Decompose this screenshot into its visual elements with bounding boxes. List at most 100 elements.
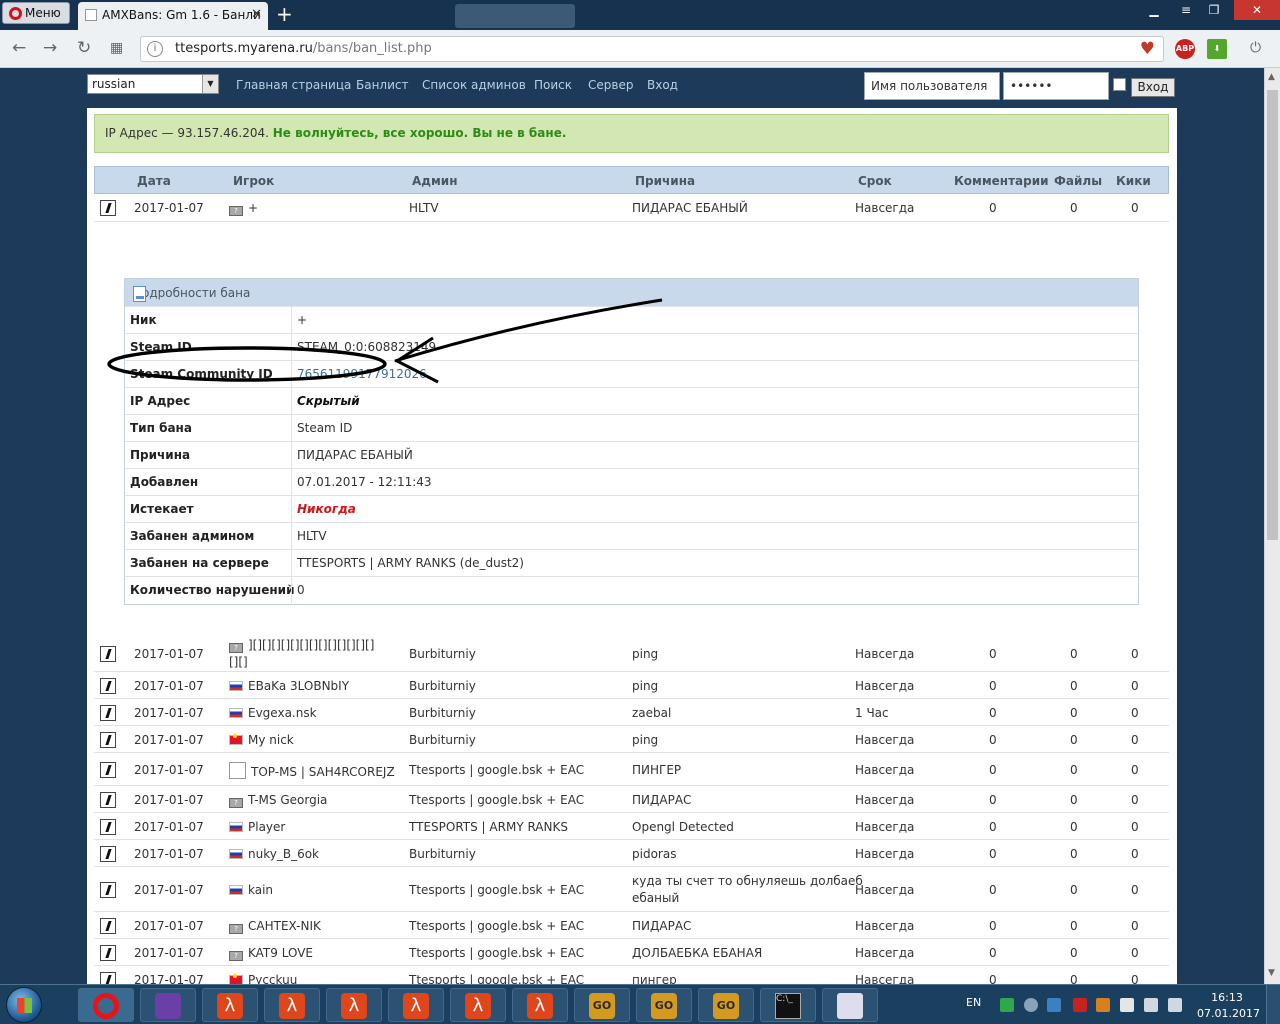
player-name: Player <box>248 820 286 834</box>
taskbar-counter-strike-button[interactable] <box>822 988 878 1022</box>
remember-checkbox[interactable] <box>1113 78 1126 91</box>
username-field[interactable]: Имя пользователя <box>864 72 1000 100</box>
table-row-expanded[interactable]: 2017-01-07 ? + HLTV ПИДАРАС ЕБАНЫЙ Навсег… <box>94 195 1169 222</box>
table-row[interactable]: 2017-01-07 TOP-MS | SAH4RCOREJZ Ttesports … <box>94 753 1169 786</box>
tray-shield-icon[interactable] <box>1000 998 1014 1012</box>
taskbar-csgo-button[interactable]: GO <box>574 988 630 1022</box>
tray-flag-icon[interactable] <box>1120 998 1134 1012</box>
opera-menu-button[interactable]: Меню <box>2 2 70 24</box>
download-arrow-icon[interactable]: ⬇ <box>1207 39 1227 59</box>
close-window-icon[interactable]: ✕ <box>1234 0 1280 20</box>
start-button[interactable] <box>6 987 42 1023</box>
nav-admins[interactable]: Список админов <box>422 78 526 92</box>
detail-value: HLTV <box>297 529 327 543</box>
row-comments: 0 <box>989 647 997 661</box>
tab-close-icon[interactable]: ✕ <box>251 2 262 28</box>
taskbar-opera-button[interactable] <box>78 988 134 1022</box>
login-button[interactable]: Вход <box>1131 78 1175 97</box>
tabs-menu-icon[interactable]: ≡ <box>1172 0 1200 20</box>
col-player[interactable]: Игрок <box>233 174 274 188</box>
taskbar-half-life-button[interactable]: λ <box>202 988 258 1022</box>
col-files[interactable]: Файлы <box>1054 174 1102 188</box>
scrollbar-thumb[interactable] <box>1267 90 1278 540</box>
tray-clock[interactable]: 16:13 07.01.2017 <box>1197 990 1260 1022</box>
detail-value: ПИДАРАС ЕБАНЫЙ <box>297 448 413 462</box>
taskbar-half-life-button[interactable]: λ <box>450 988 506 1022</box>
table-row[interactable]: 2017-01-07 My nick Burbiturniy ping Навсегда… <box>94 726 1169 753</box>
adblock-icon[interactable]: ABP <box>1175 39 1195 59</box>
new-tab-plus-icon[interactable]: + <box>276 3 293 25</box>
row-term: Навсегда <box>855 793 915 807</box>
power-icon[interactable]: ⏻ <box>1250 38 1261 58</box>
nav-banlist[interactable]: Банлист <box>356 78 409 92</box>
ru-flag-icon <box>229 681 243 691</box>
detail-divider <box>291 415 292 441</box>
tray-language[interactable]: EN <box>966 996 981 1009</box>
reload-icon[interactable]: ↻ <box>77 38 91 58</box>
table-row[interactable]: 2017-01-07?][][][][][][][][][][][][][][]… <box>94 636 1169 672</box>
detail-divider <box>291 334 292 360</box>
table-row[interactable]: 2017-01-07 Player TTESPORTS | ARMY RANKS Op… <box>94 813 1169 840</box>
col-comments[interactable]: Комментарии <box>954 174 1049 188</box>
tray-steam-icon[interactable] <box>1024 998 1038 1012</box>
col-admin[interactable]: Админ <box>412 174 458 188</box>
row-player: ? + <box>229 200 258 217</box>
taskbar-csgo-button[interactable]: GO <box>698 988 754 1022</box>
nav-search[interactable]: Поиск <box>534 78 572 92</box>
taskbar-visual-studio-button[interactable] <box>140 988 196 1022</box>
col-reason[interactable]: Причина <box>635 174 695 188</box>
detail-value[interactable]: 76561199177912026 <box>297 367 427 381</box>
taskbar-half-life-button[interactable]: λ <box>326 988 382 1022</box>
nav-server[interactable]: Сервер <box>588 78 633 92</box>
detail-row: Тип бана Steam ID <box>125 414 1138 441</box>
scroll-down-icon[interactable]: ▼ <box>1268 968 1275 978</box>
table-row[interactable]: 2017-01-07 Evgexa.nsk Burbiturniy zaebal 1 Ч… <box>94 699 1169 726</box>
document-icon[interactable] <box>133 286 146 302</box>
speed-dial-grid-icon[interactable]: ▦ <box>110 38 123 58</box>
taskbar-half-life-button[interactable]: λ <box>512 988 568 1022</box>
table-row[interactable]: 2017-01-07? CAHTEX-NIK Ttesports | google.… <box>94 912 1169 939</box>
row-comments: 0 <box>989 973 997 984</box>
player-name: My nick <box>248 733 294 747</box>
password-field[interactable]: •••••• <box>1003 72 1109 100</box>
forward-arrow-icon[interactable]: → <box>43 38 57 58</box>
address-bar[interactable]: i ttesports.myarena.ru/bans/ban_list.php… <box>140 36 1164 62</box>
page-scrollbar[interactable]: ▲ ▼ <box>1264 68 1280 984</box>
table-row[interactable]: 2017-01-07? T-MS Georgia Ttesports | googl… <box>94 786 1169 813</box>
table-row[interactable]: 2017-01-07 Pycckuu Ttesports | google.bsk … <box>94 966 1169 984</box>
tray-app-icon[interactable] <box>1096 998 1110 1012</box>
row-admin: TTESPORTS | ARMY RANKS <box>409 820 568 834</box>
scroll-up-icon[interactable]: ▲ <box>1268 72 1275 82</box>
site-info-icon[interactable]: i <box>147 41 163 57</box>
language-select[interactable]: russian ▼ <box>87 74 219 94</box>
tray-filezilla-icon[interactable] <box>1073 998 1087 1012</box>
tray-volume-icon[interactable] <box>1168 998 1182 1012</box>
browser-navbar: ← → ↻ ▦ i ttesports.myarena.ru/bans/ban_… <box>0 30 1280 68</box>
taskbar-csgo-button[interactable]: GO <box>636 988 692 1022</box>
row-admin: Ttesports | google.bsk + EAC <box>409 919 585 933</box>
table-row[interactable]: 2017-01-07? KAT9 LOVE Ttesports | google.b… <box>94 939 1169 966</box>
table-row[interactable]: 2017-01-07 nuky_B_6ok Burbiturniy pidoras На… <box>94 840 1169 867</box>
restore-icon[interactable]: ❐ <box>1200 0 1228 20</box>
nav-home[interactable]: Главная страница <box>236 78 351 92</box>
table-row[interactable]: 2017-01-07 kain Ttesports | google.bsk + E… <box>94 867 1169 912</box>
heart-bookmark-icon[interactable]: ♥ <box>1140 39 1155 59</box>
tray-monitor-icon[interactable] <box>1144 998 1158 1012</box>
dropdown-arrow-icon[interactable]: ▼ <box>202 75 218 93</box>
taskbar-cmd-button[interactable]: C:\_ <box>760 988 816 1022</box>
col-term[interactable]: Срок <box>858 174 892 188</box>
show-desktop-button[interactable] <box>1266 985 1280 1024</box>
active-tab[interactable]: AMXBans: Gm 1.6 - Банли ✕ <box>78 2 268 30</box>
ru-flag-icon <box>229 885 243 895</box>
taskbar-half-life-button[interactable]: λ <box>264 988 320 1022</box>
nav-login[interactable]: Вход <box>647 78 678 92</box>
clock-date: 07.01.2017 <box>1197 1007 1260 1020</box>
back-arrow-icon[interactable]: ← <box>12 38 26 58</box>
table-row[interactable]: 2017-01-07 EBaKa 3LOBNbIY Burbiturniy ping Н… <box>94 672 1169 699</box>
taskbar-half-life-button[interactable]: λ <box>388 988 444 1022</box>
tray-network-drive-icon[interactable] <box>1047 998 1061 1012</box>
row-admin: Ttesports | google.bsk + EAC <box>409 973 585 984</box>
minimize-icon[interactable]: ▁ <box>1140 0 1168 20</box>
col-date[interactable]: Дата <box>137 174 171 188</box>
col-kicks[interactable]: Кики <box>1116 174 1151 188</box>
